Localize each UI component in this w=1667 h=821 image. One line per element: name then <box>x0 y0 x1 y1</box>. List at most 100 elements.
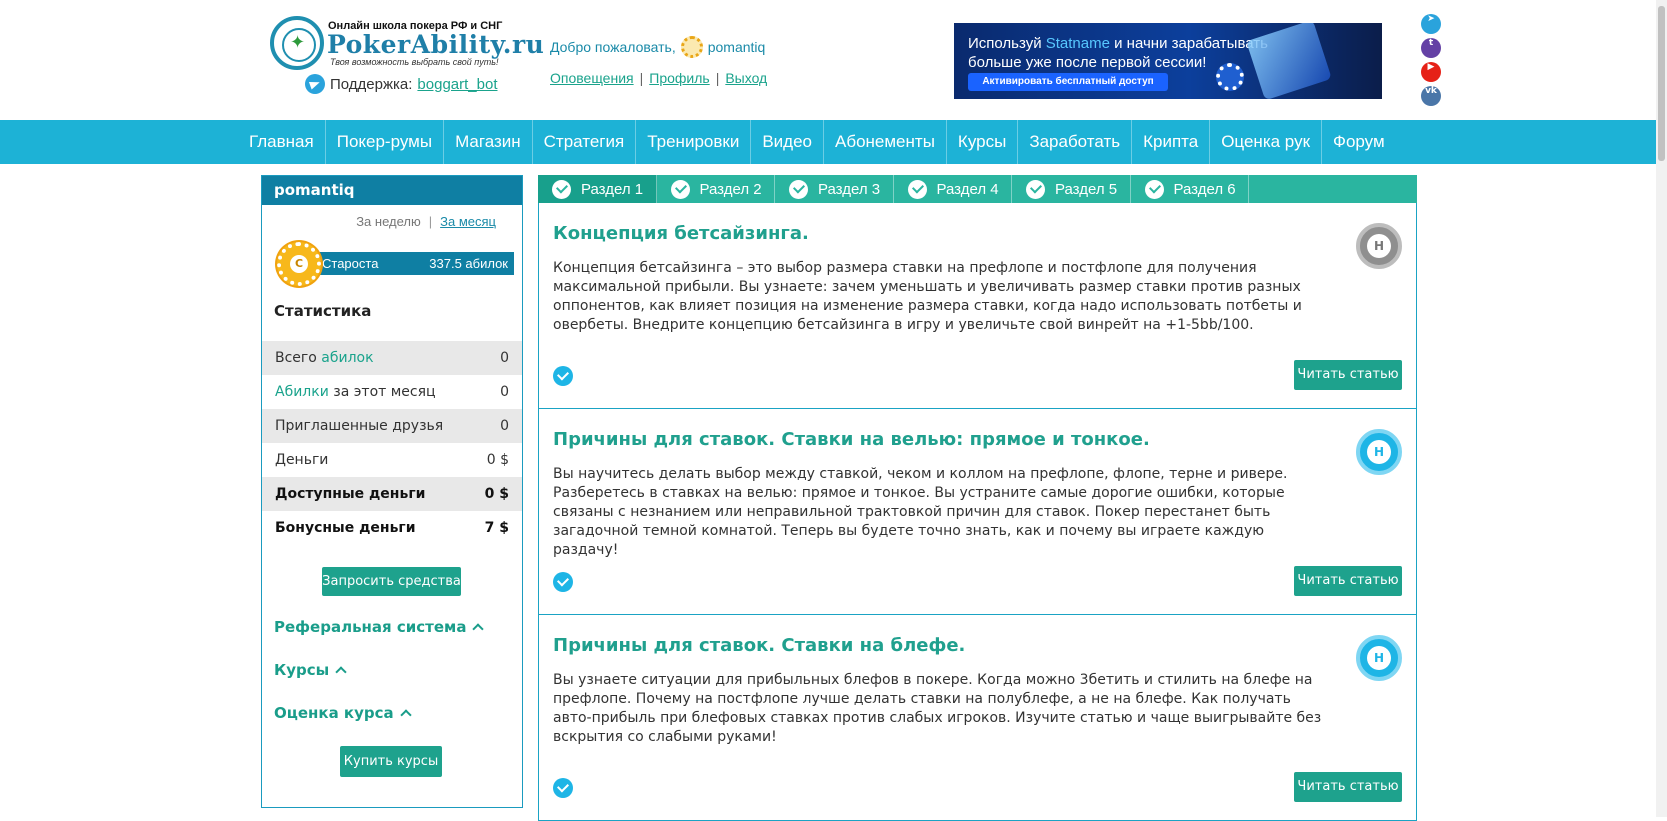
support-label: Поддержка: <box>330 75 413 93</box>
telegram-icon[interactable]: ➤ <box>1421 14 1441 34</box>
tab-section-6[interactable]: Раздел 6 <box>1131 175 1249 203</box>
stat-value: 0 $ <box>484 486 509 502</box>
logo-text[interactable]: PokerAbility.ru <box>327 30 544 59</box>
article-title[interactable]: Причины для ставок. Ставки на велью: пря… <box>553 429 1150 450</box>
nav-subscriptions[interactable]: Абонементы <box>824 120 947 164</box>
banner-button[interactable]: Активировать бесплатный доступ <box>968 73 1168 91</box>
stat-row: Бонусные деньги 7 $ <box>275 520 509 536</box>
rank-chip-icon <box>277 242 321 286</box>
support: Поддержка: boggart_bot <box>305 74 498 94</box>
article-description: Вы научитесь делать выбор между ставкой,… <box>553 466 1288 558</box>
tab-section-3[interactable]: Раздел 3 <box>775 175 894 203</box>
stat-row: Абилки за этот месяц 0 <box>275 384 509 400</box>
level-badge-icon: Н <box>1356 223 1402 269</box>
level-badge-icon: Н <box>1356 429 1402 475</box>
stat-row: Доступные деньги 0 $ <box>262 477 522 511</box>
stats-title: Статистика <box>274 302 372 320</box>
welcome-text: Добро пожаловать, <box>550 39 676 55</box>
nav-poker-rooms[interactable]: Покер-румы <box>326 120 445 164</box>
banner-line-1: Используй Statname и начни зарабатывать <box>968 35 1268 52</box>
completed-check-icon <box>553 572 573 592</box>
read-article-button[interactable]: Читать статью <box>1294 566 1402 596</box>
nav-home[interactable]: Главная <box>238 120 326 164</box>
banner-line-2: больше уже после первой сессии! <box>968 54 1207 71</box>
banner-brand: Statname <box>1045 35 1110 52</box>
notifications-link[interactable]: Оповещения <box>550 70 634 86</box>
nav-strategy[interactable]: Стратегия <box>533 120 637 164</box>
support-link[interactable]: boggart_bot <box>417 76 497 93</box>
check-icon <box>552 179 571 199</box>
chevron-up-icon <box>399 709 412 721</box>
tab-section-4[interactable]: Раздел 4 <box>894 175 1012 203</box>
check-icon <box>1144 179 1164 199</box>
user-sidebar: pomantiq За неделю | За месяц Староста 337… <box>261 175 523 808</box>
vk-icon[interactable]: vk <box>1421 86 1441 106</box>
read-article-button[interactable]: Читать статью <box>1294 772 1402 802</box>
read-article-button[interactable]: Читать статью <box>1294 360 1402 390</box>
article-title[interactable]: Причины для ставок. Ставки на блефе. <box>553 635 965 656</box>
articles-panel: Раздел 1 Раздел 2 Раздел 3 Раздел 4 Разд… <box>538 175 1417 821</box>
main-nav: Главная Покер-румы Магазин Стратегия Тре… <box>0 120 1656 164</box>
rank-name: Староста <box>322 256 379 271</box>
article-card: Концепция бетсайзинга. Концепция бетсайз… <box>538 203 1417 409</box>
abilki-link[interactable]: абилок <box>321 350 373 366</box>
nav-video[interactable]: Видео <box>751 120 824 164</box>
nav-crypto[interactable]: Крипта <box>1132 120 1211 164</box>
stat-row: Всего абилок 0 <box>262 341 522 375</box>
article-title[interactable]: Концепция бетсайзинга. <box>553 223 809 244</box>
welcome: Добро пожаловать, pomantiq <box>550 36 765 58</box>
completed-check-icon <box>553 366 573 386</box>
referral-toggle[interactable]: Реферальная система <box>274 618 485 636</box>
period-month[interactable]: За месяц <box>440 214 496 229</box>
section-tabs: Раздел 1 Раздел 2 Раздел 3 Раздел 4 Разд… <box>538 175 1417 203</box>
nav-hand-review[interactable]: Оценка рук <box>1210 120 1323 164</box>
nav-forum[interactable]: Форум <box>1322 120 1396 164</box>
course-rating-toggle[interactable]: Оценка курса <box>274 704 412 722</box>
user-chip-icon <box>680 36 703 58</box>
abilki-link[interactable]: Абилки <box>275 384 329 400</box>
stat-value: 7 $ <box>484 520 509 536</box>
banner-chip-image <box>1216 63 1244 91</box>
article-card: Причины для ставок. Ставки на блефе. Вы … <box>538 615 1417 821</box>
nav-training[interactable]: Тренировки <box>636 120 752 164</box>
logout-link[interactable]: Выход <box>725 70 767 86</box>
statname-banner[interactable]: Используй Statname и начни зарабатывать … <box>954 23 1382 99</box>
check-icon <box>1026 179 1045 199</box>
site-header: ✦ Онлайн школа покера РФ и СНГ PokerAbil… <box>0 0 1667 120</box>
stat-value: 0 <box>500 418 509 434</box>
stat-row: Деньги 0 $ <box>275 452 509 468</box>
rank-value: 337.5 абилок <box>429 256 508 271</box>
chevron-up-icon <box>335 666 347 678</box>
scrollbar-thumb[interactable] <box>1658 6 1665 161</box>
stats-list: Всего абилок 0 Абилки за этот месяц 0 Пр… <box>262 341 522 545</box>
level-badge-icon: Н <box>1356 635 1402 681</box>
article-card: Причины для ставок. Ставки на велью: пря… <box>538 409 1417 615</box>
rank-bar: Староста 337.5 абилок <box>314 252 514 275</box>
youtube-icon[interactable]: ▶ <box>1421 62 1441 82</box>
period-week[interactable]: За неделю <box>356 214 421 229</box>
twitch-icon[interactable]: t <box>1421 38 1441 58</box>
buy-courses-button[interactable]: Купить курсы <box>340 746 442 777</box>
page-scrollbar[interactable] <box>1656 0 1667 817</box>
welcome-username[interactable]: pomantiq <box>708 39 766 55</box>
tab-section-2[interactable]: Раздел 2 <box>657 175 775 203</box>
stat-value: 0 $ <box>486 452 509 468</box>
logo-emblem[interactable]: ✦ <box>270 16 324 70</box>
nav-earn[interactable]: Заработать <box>1018 120 1133 164</box>
period-switch: За неделю | За месяц <box>356 214 496 229</box>
courses-toggle[interactable]: Курсы <box>274 661 347 679</box>
tab-section-5[interactable]: Раздел 5 <box>1012 175 1131 203</box>
check-icon <box>907 179 927 199</box>
chevron-up-icon <box>472 623 485 635</box>
nav-courses[interactable]: Курсы <box>947 120 1019 164</box>
check-icon <box>789 179 808 199</box>
request-funds-button[interactable]: Запросить средства <box>322 567 461 596</box>
nav-shop[interactable]: Магазин <box>444 120 533 164</box>
check-icon <box>670 179 690 199</box>
article-description: Вы узнаете ситуации для прибыльных блефо… <box>553 672 1322 745</box>
tab-section-1[interactable]: Раздел 1 <box>538 175 657 203</box>
user-links: Оповещения | Профиль | Выход <box>550 70 768 86</box>
stat-value: 0 <box>500 350 509 366</box>
profile-link[interactable]: Профиль <box>649 70 709 86</box>
telegram-icon <box>305 74 325 94</box>
